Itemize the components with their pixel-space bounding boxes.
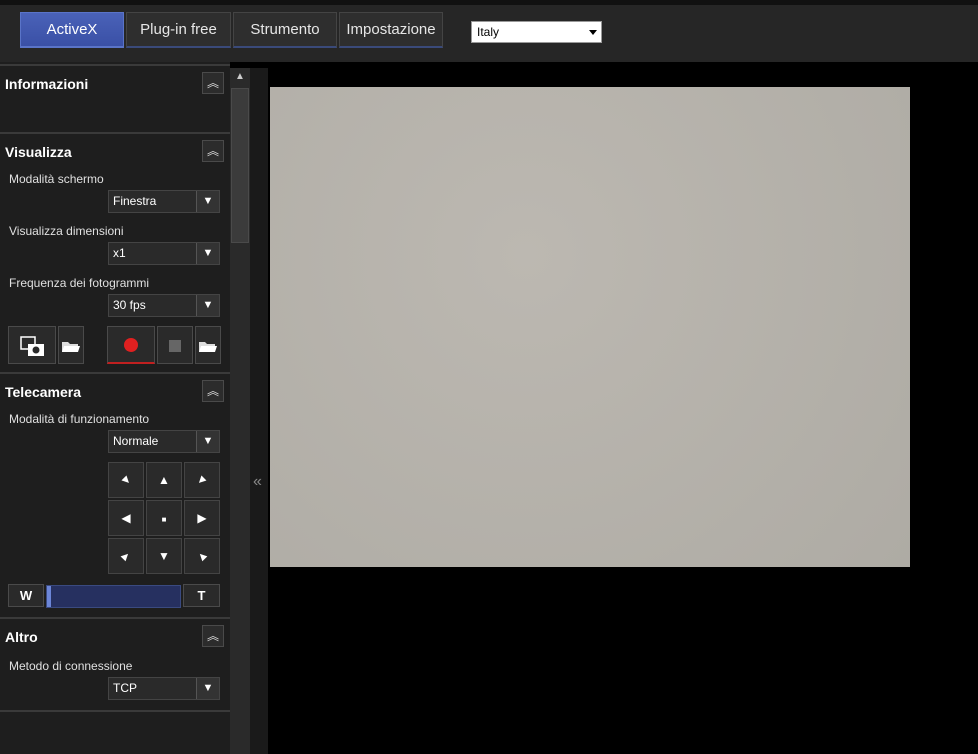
section-title: Telecamera: [5, 384, 82, 400]
pan-up-right-button[interactable]: ▼: [184, 462, 220, 498]
scroll-up-icon[interactable]: ▲: [230, 68, 250, 86]
country-select-value: Italy: [477, 25, 500, 39]
home-button[interactable]: ■: [146, 500, 182, 536]
double-chevron-left-icon[interactable]: «: [253, 473, 262, 491]
tab-impostazione[interactable]: Impostazione: [339, 12, 443, 48]
dropdown-arrow-icon: ▼: [196, 431, 219, 452]
dropdown-arrow-icon: ▼: [196, 678, 219, 699]
frequenza-select[interactable]: 30 fps ▼: [108, 294, 220, 317]
section-informazioni: Informazioni ︽: [0, 64, 230, 134]
zoom-wide-button[interactable]: W: [8, 584, 44, 607]
tab-plugin-free[interactable]: Plug-in free: [126, 12, 231, 48]
top-bar: ActiveX Plug-in free Strumento Impostazi…: [0, 0, 978, 62]
collapse-icon[interactable]: ︽: [202, 140, 224, 162]
arrow-left-icon: ◀: [121, 511, 131, 525]
record-folder-button[interactable]: [195, 326, 221, 364]
select-value: TCP: [113, 681, 137, 695]
modalita-funzionamento-label: Modalità di funzionamento: [9, 412, 150, 426]
section-title: Altro: [5, 629, 38, 645]
folder-icon: [62, 342, 80, 352]
zoom-tele-button[interactable]: T: [183, 584, 220, 607]
chevron-down-icon: [589, 30, 597, 35]
collapse-icon[interactable]: ︽: [202, 625, 224, 647]
dropdown-arrow-icon: ▼: [196, 295, 219, 316]
capture-button[interactable]: [8, 326, 56, 364]
section-altro: Altro ︽ Metodo di connessione TCP ▼: [0, 617, 230, 712]
zoom-slider[interactable]: [46, 585, 181, 608]
tab-strumento[interactable]: Strumento: [233, 12, 337, 48]
panel-collapse-strip[interactable]: «: [250, 68, 268, 754]
country-select[interactable]: Italy: [471, 21, 602, 43]
pan-up-left-button[interactable]: ▼: [108, 462, 144, 498]
metodo-connessione-label: Metodo di connessione: [9, 659, 133, 673]
arrow-up-left-icon: ▼: [116, 470, 136, 490]
arrow-down-icon: ▼: [158, 549, 170, 563]
visualizza-dimensioni-select[interactable]: x1 ▼: [108, 242, 220, 265]
record-button[interactable]: [107, 326, 155, 364]
arrow-up-icon: ▲: [158, 473, 170, 487]
collapse-icon[interactable]: ︽: [202, 72, 224, 94]
zoom-slider-thumb[interactable]: [47, 586, 51, 607]
tilt-down-button[interactable]: ▼: [146, 538, 182, 574]
arrow-up-right-icon: ▼: [192, 470, 212, 490]
side-panel: Informazioni ︽ Visualizza ︽ Modalità sch…: [0, 62, 230, 754]
folder-icon: [199, 342, 217, 352]
tab-activex[interactable]: ActiveX: [20, 12, 124, 48]
stop-button[interactable]: [157, 326, 193, 364]
scrollbar-thumb[interactable]: [231, 88, 249, 243]
frequenza-label: Frequenza dei fotogrammi: [9, 276, 150, 290]
pan-down-right-button[interactable]: ▲: [184, 538, 220, 574]
arrow-down-left-icon: ▲: [116, 546, 136, 566]
pan-down-left-button[interactable]: ▲: [108, 538, 144, 574]
dropdown-arrow-icon: ▼: [196, 191, 219, 212]
camera-icon: [20, 336, 44, 356]
select-value: Finestra: [113, 194, 157, 208]
collapse-icon[interactable]: ︽: [202, 380, 224, 402]
camera-video-view: [270, 87, 910, 567]
pan-left-button[interactable]: ◀: [108, 500, 144, 536]
select-value: x1: [113, 246, 126, 260]
arrow-down-right-icon: ▲: [192, 546, 212, 566]
modalita-funzionamento-select[interactable]: Normale ▼: [108, 430, 220, 453]
section-title: Informazioni: [5, 76, 89, 92]
metodo-connessione-select[interactable]: TCP ▼: [108, 677, 220, 700]
section-telecamera: Telecamera ︽ Modalità di funzionamento N…: [0, 372, 230, 617]
select-value: Normale: [113, 434, 159, 448]
record-icon: [124, 338, 138, 352]
arrow-right-icon: ▶: [197, 511, 207, 525]
tilt-up-button[interactable]: ▲: [146, 462, 182, 498]
select-value: 30 fps: [113, 298, 146, 312]
home-dot-icon: ■: [161, 515, 167, 524]
visualizza-dimensioni-label: Visualizza dimensioni: [9, 224, 124, 238]
panel-scrollbar[interactable]: ▲: [230, 68, 250, 754]
modalita-schermo-label: Modalità schermo: [9, 172, 104, 186]
pan-right-button[interactable]: ▶: [184, 500, 220, 536]
dropdown-arrow-icon: ▼: [196, 243, 219, 264]
section-visualizza: Visualizza ︽ Modalità schermo Finestra ▼…: [0, 132, 230, 372]
modalita-schermo-select[interactable]: Finestra ▼: [108, 190, 220, 213]
section-title: Visualizza: [5, 144, 72, 160]
stop-icon: [169, 340, 181, 352]
capture-folder-button[interactable]: [58, 326, 84, 364]
